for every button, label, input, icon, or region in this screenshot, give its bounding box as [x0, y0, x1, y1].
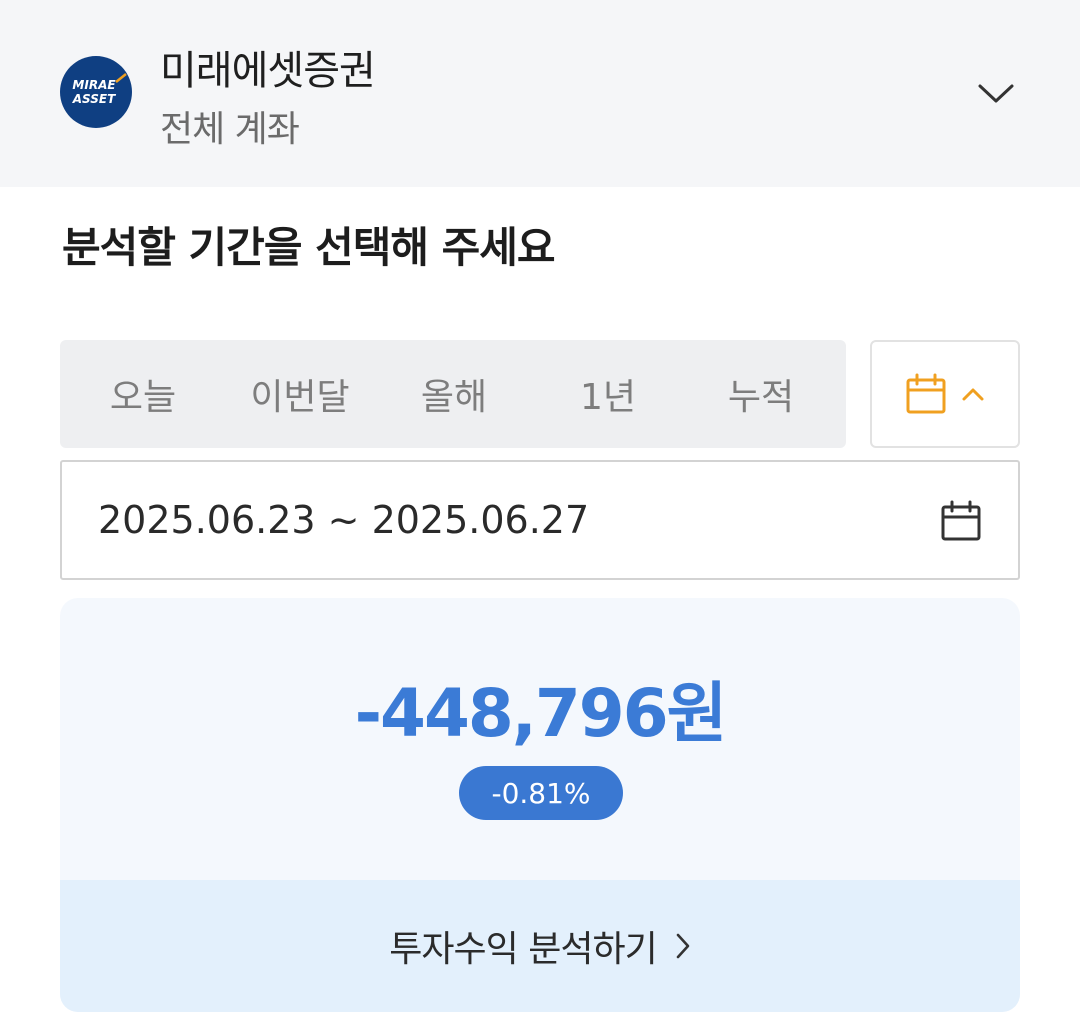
tab-cumulative[interactable]: 누적	[684, 340, 838, 448]
analyze-returns-button[interactable]: 투자수익 분석하기	[60, 880, 1020, 1012]
chevron-down-icon	[978, 84, 1014, 103]
calendar-icon	[906, 373, 946, 414]
tab-one-year[interactable]: 1년	[531, 340, 685, 448]
profit-amount: -448,796원	[354, 675, 728, 752]
chevron-up-icon	[962, 388, 984, 401]
logo-text-top: MIRAE	[72, 78, 116, 92]
logo-swoosh	[115, 73, 127, 83]
period-tabs: 오늘 이번달 올해 1년 누적	[60, 340, 846, 448]
return-rate-badge: -0.81%	[459, 766, 623, 820]
section-title: 분석할 기간을 선택해 주세요	[62, 223, 556, 272]
account-dropdown-toggle[interactable]	[968, 66, 1024, 122]
analyze-returns-label: 투자수익 분석하기	[389, 929, 657, 970]
tab-today[interactable]: 오늘	[66, 340, 220, 448]
date-range-field[interactable]: 2025.06.23 ~ 2025.06.27	[60, 460, 1020, 580]
mirae-asset-logo-mark: MIRAE ASSET	[72, 73, 127, 106]
logo-text-bottom: ASSET	[72, 92, 116, 106]
account-header[interactable]: MIRAE ASSET 미래에셋증권 전체 계좌	[0, 0, 1080, 187]
tab-this-month[interactable]: 이번달	[223, 340, 377, 448]
custom-period-toggle[interactable]	[870, 340, 1020, 448]
chevron-right-icon	[676, 933, 690, 959]
mirae-asset-logo: MIRAE ASSET	[60, 56, 132, 128]
account-name: 전체 계좌	[160, 109, 300, 150]
date-range-value: 2025.06.23 ~ 2025.06.27	[98, 498, 590, 542]
tab-this-year[interactable]: 올해	[377, 340, 531, 448]
broker-name: 미래에셋증권	[160, 48, 376, 94]
profit-summary-card: -448,796원 -0.81% 투자수익 분석하기	[60, 598, 1020, 1012]
calendar-icon[interactable]	[940, 500, 982, 542]
